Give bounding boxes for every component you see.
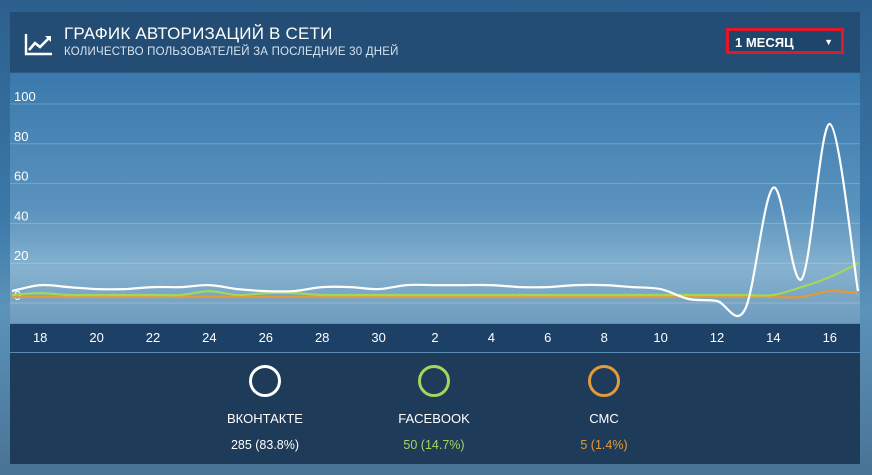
chevron-down-icon: ▼ [824,37,833,47]
chart-svg: 100806040200 [10,89,860,318]
stat-label: СМС [589,411,619,426]
page-title: ГРАФИК АВТОРИЗАЦИЙ В СЕТИ [64,24,333,43]
series-line-facebook [11,262,859,297]
vkontakte-ring-icon [249,365,281,397]
y-tick-label: 40 [14,208,28,223]
x-tick-label: 2 [431,330,439,345]
x-tick-label: 20 [89,330,104,345]
stat-value: 5 (1.4%) [580,438,628,452]
stat-label: ВКОНТАКТЕ [227,411,303,426]
x-tick-label: 18 [32,330,48,345]
stat-facebook: FACEBOOK 50 (14.7%) [364,365,504,452]
x-axis: 18 20 22 24 26 28 30 2 4 6 8 10 12 14 16 [10,324,860,352]
auth-chart-panel: ГРАФИК АВТОРИЗАЦИЙ В СЕТИ КОЛИЧЕСТВО ПОЛ… [10,12,860,464]
x-tick-label: 12 [709,330,725,345]
sms-ring-icon [588,365,620,397]
x-tick-label: 22 [145,330,161,345]
x-tick-label: 30 [371,330,386,345]
stat-value: 285 (83.8%) [230,438,300,452]
x-tick-label: 10 [653,330,668,345]
y-tick-label: 80 [14,129,28,144]
period-dropdown[interactable]: 1 МЕСЯЦ ▼ [726,28,844,54]
x-tick-label: 14 [766,330,781,345]
y-tick-label: 100 [14,89,36,104]
stat-value: 50 (14.7%) [403,438,465,452]
y-tick-label: 20 [14,248,28,263]
stat-label: FACEBOOK [398,411,470,426]
line-chart: 100 80 60 40 20 0 [10,73,860,323]
page-subtitle: КОЛИЧЕСТВО ПОЛЬЗОВАТЕЛЕЙ ЗА ПОСЛЕДНИЕ 30… [64,46,399,58]
facebook-ring-icon [418,365,450,397]
x-tick-label: 26 [258,330,274,345]
trending-up-icon [24,34,52,56]
y-tick-label: 60 [14,169,28,184]
stat-vkontakte: ВКОНТАКТЕ 285 (83.8%) [195,365,335,452]
x-tick-label: 24 [202,330,217,345]
period-dropdown-label: 1 МЕСЯЦ [735,35,794,50]
x-tick-label: 4 [487,330,496,345]
panel-header: ГРАФИК АВТОРИЗАЦИЙ В СЕТИ КОЛИЧЕСТВО ПОЛ… [10,12,860,73]
series-line-вконтакте [11,122,860,318]
x-tick-label: 16 [822,330,838,345]
stat-sms: СМС 5 (1.4%) [534,365,674,452]
stats-legend: ВКОНТАКТЕ 285 (83.8%) FACEBOOK 50 (14.7%… [10,353,860,464]
x-tick-label: 28 [314,330,330,345]
x-tick-label: 6 [544,330,552,345]
x-tick-label: 8 [600,330,608,345]
